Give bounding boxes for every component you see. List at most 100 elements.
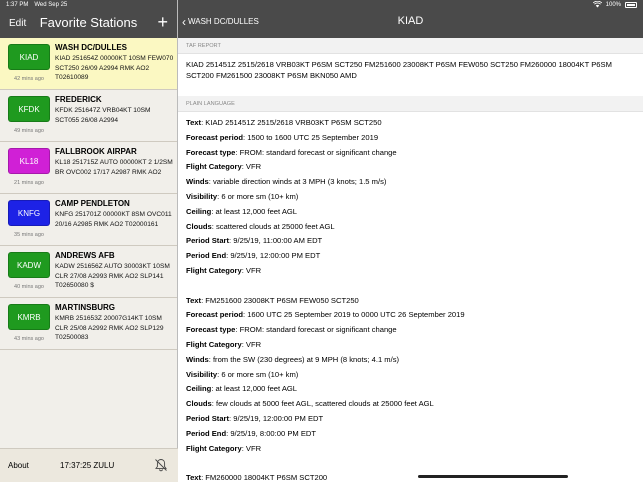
field-value: : 1500 to 1600 UTC 25 September 2019 bbox=[242, 132, 379, 142]
field-value: : VFR bbox=[241, 339, 262, 349]
field-label: Ceiling bbox=[186, 384, 212, 394]
plain-language-line: Clouds: scattered clouds at 25000 feet A… bbox=[186, 220, 635, 235]
sidebar: Edit Favorite Stations + KIAD 42 mins ag… bbox=[0, 0, 178, 482]
about-button[interactable]: About bbox=[8, 461, 29, 470]
station-row[interactable]: KIAD 42 mins ago WASH DC/DULLES KIAD 251… bbox=[0, 38, 177, 90]
field-value: : 9/25/19, 11:00:00 AM EDT bbox=[229, 236, 323, 246]
field-value: : few clouds at 5000 feet AGL, scattered… bbox=[211, 399, 434, 409]
station-age: 21 mins ago bbox=[14, 180, 44, 186]
field-label: Flight Category bbox=[186, 339, 242, 349]
field-label: Period End bbox=[186, 251, 227, 261]
plain-language-header: PLAIN LANGUAGE bbox=[178, 96, 643, 112]
status-time: 1:37 PM bbox=[6, 2, 29, 8]
station-badge: KMRB bbox=[8, 304, 50, 330]
field-label: Period End bbox=[186, 428, 227, 438]
station-metar: KIAD 251654Z 00000KT 10SM FEW070 SCT250 … bbox=[55, 55, 174, 81]
station-metar: KNFG 251701Z 00000KT 8SM OVC011 20/16 A2… bbox=[55, 211, 172, 228]
field-value: : FM251600 23008KT P6SM FEW050 SCT250 bbox=[201, 295, 359, 305]
plain-language-line: Forecast period: 1500 to 1600 UTC 25 Sep… bbox=[186, 131, 635, 146]
plain-language-line: Forecast period: 1600 UTC 25 September 2… bbox=[186, 308, 635, 323]
station-row[interactable]: KL18 21 mins ago FALLBROOK AIRPAR KL18 2… bbox=[0, 142, 177, 194]
station-badge: KADW bbox=[8, 252, 50, 278]
sidebar-title: Favorite Stations bbox=[39, 15, 138, 30]
plain-language-line: Period End: 9/25/19, 8:00:00 PM EDT bbox=[186, 427, 635, 442]
plain-language-line: Period Start: 9/25/19, 11:00:00 AM EDT bbox=[186, 234, 635, 249]
station-row[interactable]: KFDK 49 mins ago FREDERICK KFDK 251647Z … bbox=[0, 90, 177, 142]
status-bar: 1:37 PM Wed Sep 25 100% bbox=[0, 0, 643, 10]
field-label: Clouds bbox=[186, 399, 212, 409]
station-age: 40 mins ago bbox=[14, 284, 44, 290]
field-label: Period Start bbox=[186, 413, 230, 423]
field-label: Text bbox=[186, 473, 202, 482]
field-label: Text bbox=[186, 118, 202, 127]
field-value: : 1600 UTC 25 September 2019 to 0000 UTC… bbox=[242, 310, 465, 320]
plain-language-line: Forecast type: FROM: standard forecast o… bbox=[186, 323, 635, 338]
sidebar-footer: About 17:37:25 ZULU bbox=[0, 448, 178, 482]
station-age: 49 mins ago bbox=[14, 128, 44, 134]
zulu-clock: 17:37:25 ZULU bbox=[60, 461, 115, 470]
station-row[interactable]: KMRB 43 mins ago MARTINSBURG KMRB 251653… bbox=[0, 298, 177, 350]
field-label: Winds bbox=[186, 177, 209, 187]
station-age: 42 mins ago bbox=[14, 76, 44, 82]
field-label: Flight Category bbox=[186, 443, 242, 453]
plain-language-line: Ceiling: at least 12,000 feet AGL bbox=[186, 205, 635, 220]
plain-language-line: Period End: 9/25/19, 12:00:00 PM EDT bbox=[186, 249, 635, 264]
detail-title: KIAD bbox=[397, 15, 424, 27]
plain-language-body: Text: KIAD 251451Z 2515/2618 VRB03KT P6S… bbox=[178, 112, 643, 482]
battery-percent: 100% bbox=[605, 2, 621, 8]
station-row[interactable]: KADW 40 mins ago ANDREWS AFB KADW 251656… bbox=[0, 246, 177, 298]
station-name: FREDERICK bbox=[55, 95, 102, 104]
field-value: : FROM: standard forecast or significant… bbox=[235, 325, 397, 335]
field-value: : at least 12,000 feet AGL bbox=[211, 206, 298, 216]
plain-language-line: Text: FM251600 23008KT P6SM FEW050 SCT25… bbox=[186, 294, 635, 309]
add-station-button[interactable]: + bbox=[157, 12, 168, 33]
battery-icon bbox=[625, 2, 637, 8]
taf-section-header: TAF REPORT bbox=[178, 38, 643, 54]
station-badge: KL18 bbox=[8, 148, 50, 174]
field-value: : 6 or more sm (10+ km) bbox=[217, 369, 299, 379]
bell-slash-icon[interactable] bbox=[154, 458, 168, 472]
station-badge: KNFG bbox=[8, 200, 50, 226]
plain-language-line: Flight Category: VFR bbox=[186, 338, 635, 353]
field-value: : at least 12,000 feet AGL bbox=[211, 384, 298, 394]
station-name: WASH DC/DULLES bbox=[55, 43, 127, 52]
field-value: : VFR bbox=[241, 265, 262, 275]
field-value: : 9/25/19, 12:00:00 PM EDT bbox=[229, 413, 324, 423]
field-value: : variable direction winds at 3 MPH (3 k… bbox=[208, 177, 387, 187]
field-value: : 6 or more sm (10+ km) bbox=[217, 191, 299, 201]
plain-language-line: Visibility: 6 or more sm (10+ km) bbox=[186, 368, 635, 383]
plain-language-line: Text: KIAD 251451Z 2515/2618 VRB03KT P6S… bbox=[186, 116, 635, 131]
station-badge: KIAD bbox=[8, 44, 50, 70]
field-value: : VFR bbox=[241, 162, 262, 172]
plain-language-line: Ceiling: at least 12,000 feet AGL bbox=[186, 382, 635, 397]
field-value: : FM260000 18004KT P6SM SCT200 bbox=[201, 473, 328, 482]
taf-report-text: KIAD 251451Z 2515/2618 VRB03KT P6SM SCT2… bbox=[186, 60, 612, 80]
station-row[interactable]: KNFG 35 mins ago CAMP PENDLETON KNFG 251… bbox=[0, 194, 177, 246]
plain-language-line: Visibility: 6 or more sm (10+ km) bbox=[186, 190, 635, 205]
station-name: MARTINSBURG bbox=[55, 303, 115, 312]
field-label: Flight Category bbox=[186, 265, 242, 275]
station-name: ANDREWS AFB bbox=[55, 251, 115, 260]
plain-language-line: Flight Category: VFR bbox=[186, 264, 635, 279]
field-label: Ceiling bbox=[186, 206, 212, 216]
wifi-icon bbox=[592, 0, 602, 10]
plain-language-line: Clouds: few clouds at 5000 feet AGL, sca… bbox=[186, 397, 635, 412]
station-metar: KFDK 251647Z VRB04KT 10SM SCT055 26/08 A… bbox=[55, 107, 151, 124]
field-label: Visibility bbox=[186, 191, 218, 201]
plain-language-line: Flight Category: VFR bbox=[186, 442, 635, 457]
plain-language-line: Winds: from the SW (230 degrees) at 9 MP… bbox=[186, 353, 635, 368]
station-name: CAMP PENDLETON bbox=[55, 199, 130, 208]
station-list: KIAD 42 mins ago WASH DC/DULLES KIAD 251… bbox=[0, 38, 177, 350]
home-indicator[interactable] bbox=[418, 475, 568, 478]
field-value: : 9/25/19, 8:00:00 PM EDT bbox=[226, 428, 317, 438]
status-date: Wed Sep 25 bbox=[34, 2, 68, 8]
station-metar: KADW 251656Z AUTO 30003KT 10SM CLR 27/08… bbox=[55, 263, 170, 289]
field-value: : KIAD 251451Z 2515/2618 VRB03KT P6SM SC… bbox=[201, 118, 382, 127]
field-value: : FROM: standard forecast or significant… bbox=[235, 147, 397, 157]
plain-language-line: Period Start: 9/25/19, 12:00:00 PM EDT bbox=[186, 412, 635, 427]
plain-language-line: Winds: variable direction winds at 3 MPH… bbox=[186, 175, 635, 190]
field-label: Forecast period bbox=[186, 132, 243, 142]
field-label: Forecast type bbox=[186, 325, 236, 335]
